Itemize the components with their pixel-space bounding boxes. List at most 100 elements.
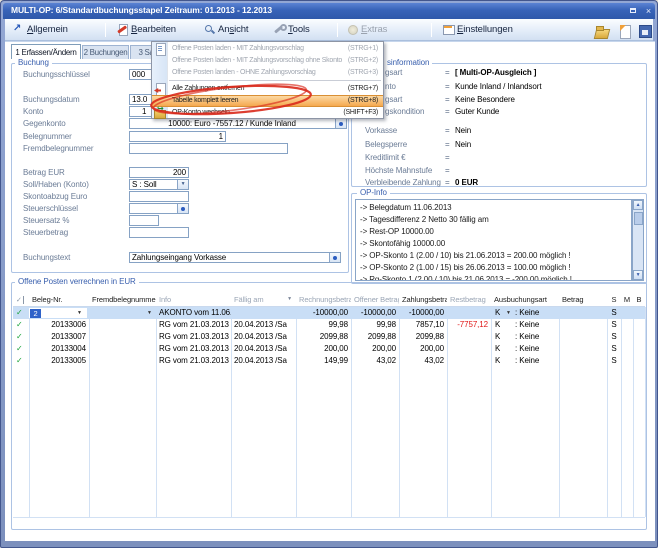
maximize-icon <box>630 8 636 13</box>
beleg-dropdown-icon[interactable]: ▼ <box>77 310 82 316</box>
column-header-offener-betrag[interactable]: Offener Betrag <box>351 293 399 306</box>
field-steuerbetrag[interactable] <box>129 227 189 238</box>
column-header-f-llig-am[interactable]: Fällig am▼ <box>231 293 296 306</box>
column-gridline <box>645 307 646 517</box>
op-info-line: -> OP-Skonto 1 (2.00 / 10) bis 21.06.201… <box>360 250 571 261</box>
field-buchungstext[interactable]: Zahlungseingang Vorkasse <box>129 252 341 263</box>
cell-rechnungsbetrag: -10000,00 <box>296 307 351 319</box>
field-belegnummer[interactable]: 1 <box>129 131 226 142</box>
cell-rechnungsbetrag: 200,00 <box>296 343 351 355</box>
column-header-b[interactable]: B <box>633 293 645 306</box>
toolbar-button-new-document[interactable] <box>618 22 634 38</box>
menu-item-label: Offene Posten laden - MIT Zahlungsvorsch… <box>172 43 304 55</box>
menu-item-op-konto-wechseln[interactable]: OP-Konto wechseln(SHIFT+F3) <box>152 107 383 119</box>
cell-info: RG vom 21.03.2013 <box>156 319 231 331</box>
menubar-item-tools[interactable]: Tools <box>274 22 310 38</box>
scroll-up-icon[interactable]: ▲ <box>633 200 643 210</box>
toolbar-button-save[interactable] <box>639 22 655 38</box>
column-header-rechnungsbetrag[interactable]: Rechnungsbetrag <box>296 293 351 306</box>
cell-faellig-am: 20.04.2013 /Sa <box>231 343 296 355</box>
scrollbar-thumb[interactable] <box>634 212 643 225</box>
field-label-gegenkonto: Gegenkonto <box>23 118 66 129</box>
field-label-belegnummer: Belegnummer <box>23 131 72 142</box>
column-header-ausbuchungsart[interactable]: Ausbuchungsart <box>491 293 559 306</box>
field-gegenkonto[interactable]: 10000: Euro -7557.12 / Kunde Inland <box>129 118 347 129</box>
info-value-gskondition: Guter Kunde <box>455 106 499 117</box>
konto-info-group-title: sinformation <box>384 58 432 68</box>
menubar-item-bearbeiten[interactable]: Bearbeiten <box>117 22 176 38</box>
column-header-m[interactable]: M <box>621 293 633 306</box>
switch-account-icon <box>154 107 165 118</box>
tab-buchungen[interactable]: 2 Buchungen <box>82 45 129 59</box>
cell-s: S <box>607 355 621 367</box>
column-header-fremdbelegnummer[interactable]: Fremdbelegnummer <box>89 293 156 306</box>
lookup-button[interactable] <box>335 119 346 128</box>
multi-op-window: MULTI-OP: 6/Standardbuchungsstapel Zeitr… <box>0 0 658 548</box>
maximize-button[interactable] <box>627 6 640 17</box>
column-header-check[interactable] <box>13 293 29 306</box>
cell-info: AKONTO vom 11.06.201 <box>156 307 231 319</box>
ausbuchung-dropdown-icon[interactable]: ▼ <box>506 310 511 316</box>
field-soll-haben-konto[interactable]: S : Soll▼ <box>129 179 189 190</box>
op-info-scrollbar[interactable]: ▲ ▼ <box>632 199 644 281</box>
info-value-nto: Kunde Inland / Inlandsort <box>455 81 541 92</box>
toolbar-button-open-folder-gold[interactable] <box>595 22 611 38</box>
menubar-item-einstellungen[interactable]: Einstellungen <box>443 22 513 38</box>
menu-item-shortcut: (STRG+3) <box>348 67 378 79</box>
menu-item-alle-zahlungen-entfernen[interactable]: Alle Zahlungen entfernen(STRG+7) <box>152 83 383 95</box>
menubar-item-allgemein[interactable]: Allgemein <box>13 22 68 38</box>
cell-ausbuchung-art: : Keine <box>515 355 539 367</box>
field-label-steuersatz: Steuersatz % <box>23 215 69 226</box>
op-info-list: -> Belegdatum 11.06.2013-> Tagesdifferen… <box>355 199 632 281</box>
lookup-button[interactable] <box>329 253 340 262</box>
close-button[interactable]: × <box>642 6 655 17</box>
menubar-item-ansicht[interactable]: Ansicht <box>204 22 248 38</box>
column-header-restbetrag[interactable]: Restbetrag <box>447 293 491 306</box>
fremdbeleg-dropdown-icon[interactable]: ▼ <box>147 310 152 316</box>
row-check-icon: ✓ <box>13 343 29 355</box>
menubar-item-label: Extras <box>361 24 387 35</box>
sort-descending-icon: ▼ <box>287 293 292 306</box>
remove-payments-icon <box>154 83 165 94</box>
scroll-down-icon[interactable]: ▼ <box>633 270 643 280</box>
column-header-betrag[interactable]: Betrag <box>559 293 607 306</box>
field-skontoabzug-euro[interactable] <box>129 191 189 202</box>
offene-posten-group-title: Offene Posten verrechnen in EUR <box>15 277 139 287</box>
info-label-gskondition: gskondition <box>385 106 424 117</box>
field-fremdbelegnummer[interactable] <box>129 143 288 154</box>
settings-icon <box>443 24 454 35</box>
field-betrag-eur[interactable]: 200 <box>129 167 189 178</box>
column-header-info[interactable]: Info <box>156 293 231 306</box>
dropdown-arrow-icon[interactable]: ▼ <box>177 180 188 189</box>
menu-item-tabelle-komplett-leeren[interactable]: Tabelle komplett leeren(STRG+8) <box>152 95 383 107</box>
field-steuersatz[interactable] <box>129 215 159 226</box>
cell-offener-betrag: 200,00 <box>351 343 399 355</box>
field-value: 200 <box>132 168 186 177</box>
tab-erfassen-aendern[interactable]: 1 Erfassen/Ändern <box>11 44 81 59</box>
op-info-line: -> OP-Skonto 2 (1.00 / 15) bis 26.06.201… <box>360 262 571 273</box>
cell-ausbuchung-k: K <box>495 319 500 331</box>
cell-s: S <box>607 307 621 319</box>
lookup-button[interactable] <box>177 204 188 213</box>
cell-rechnungsbetrag: 99,98 <box>296 319 351 331</box>
info-value-gsart: [ Multi-OP-Ausgleich ] <box>455 67 536 78</box>
column-header-beleg-nr[interactable]: Beleg-Nr. <box>29 293 89 306</box>
cell-zahlungsbetrag: 200,00 <box>399 343 447 355</box>
equals-sign: = <box>445 139 450 150</box>
op-info-line: -> Rest-OP 10000.00 <box>360 226 434 237</box>
menu-item-shortcut: (STRG+1) <box>348 43 378 55</box>
field-steuerschl-ssel[interactable] <box>129 203 189 214</box>
open-folder-gold-icon <box>595 25 606 36</box>
column-header-s[interactable]: S <box>607 293 621 306</box>
cell-ausbuchung-k: K <box>495 355 500 367</box>
tools-context-menu: Offene Posten laden - MIT Zahlungsvorsch… <box>151 41 384 119</box>
field-value: 10000: Euro -7557.12 / Kunde Inland <box>132 119 332 128</box>
edit-icon <box>117 24 128 35</box>
extras-icon <box>347 24 358 35</box>
cell-faellig-am: 20.04.2013 /Sa <box>231 355 296 367</box>
equals-sign: = <box>445 81 450 92</box>
cell-rechnungsbetrag: 2099,88 <box>296 331 351 343</box>
op-info-line: -> Belegdatum 11.06.2013 <box>360 202 452 213</box>
magnifier-icon <box>204 24 215 35</box>
column-header-zahlungsbetrag[interactable]: Zahlungsbetrag <box>399 293 447 306</box>
